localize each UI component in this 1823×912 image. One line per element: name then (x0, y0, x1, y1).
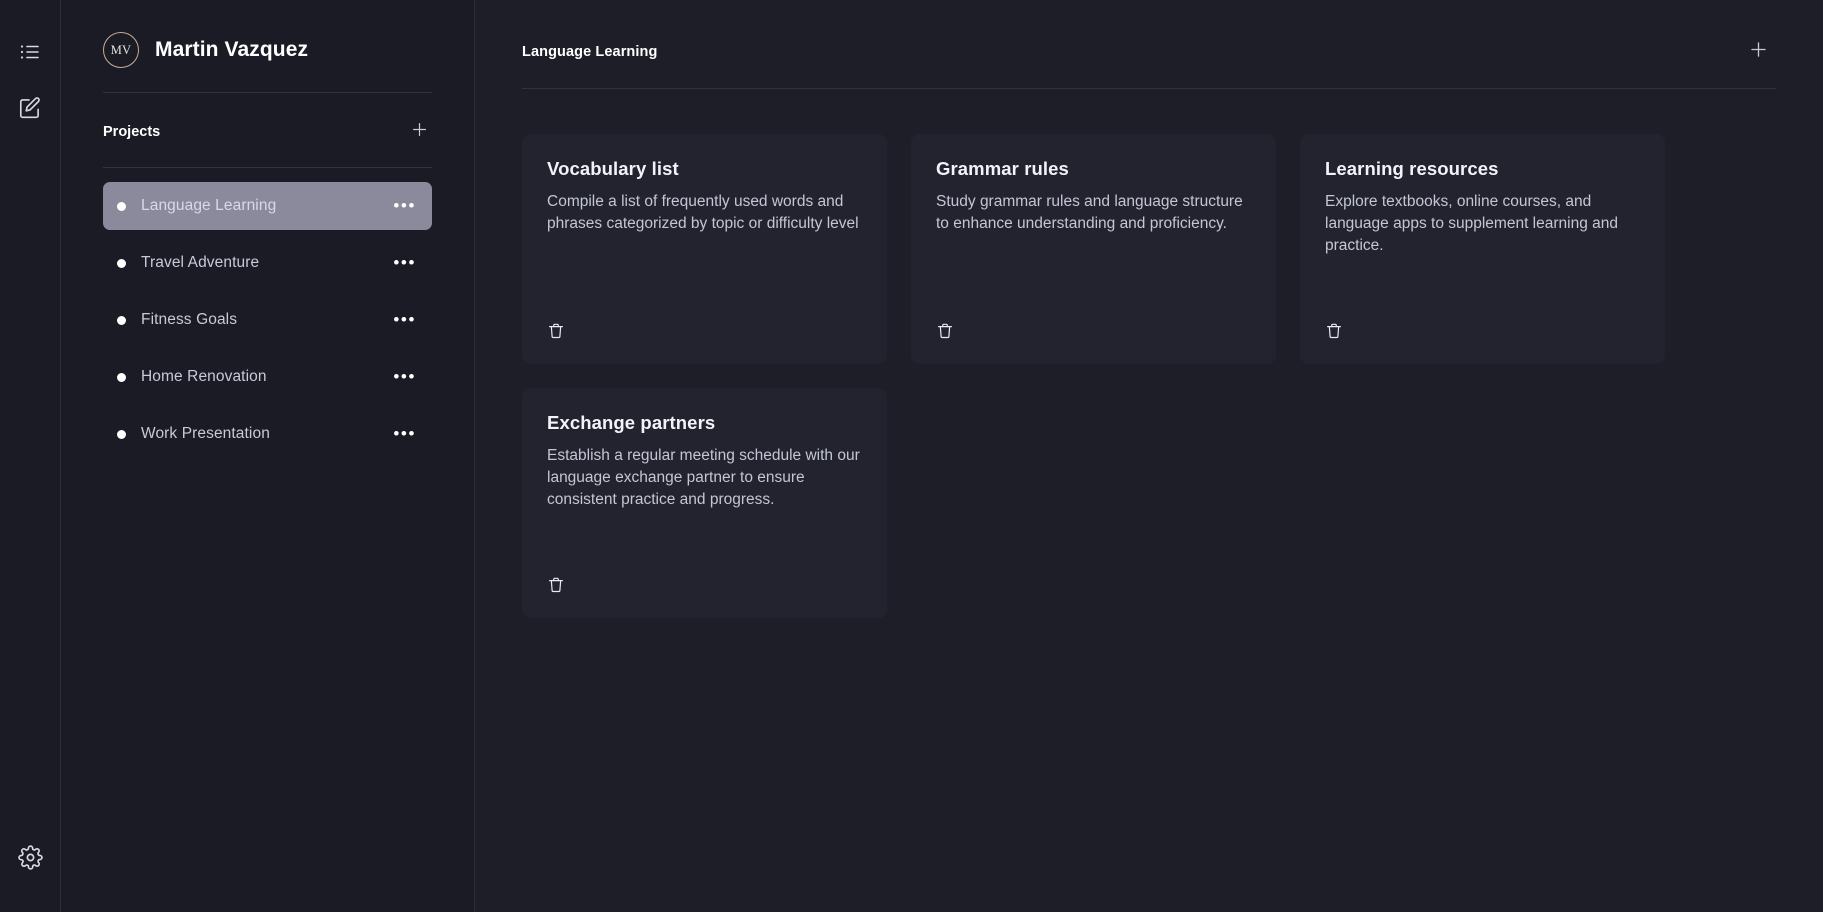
icon-rail (0, 0, 61, 912)
task-card[interactable]: Vocabulary list Compile a list of freque… (522, 134, 887, 364)
task-card[interactable]: Grammar rules Study grammar rules and la… (911, 134, 1276, 364)
rail-item-settings[interactable] (8, 838, 52, 882)
trash-icon (547, 576, 565, 599)
sidebar-item-label: Fitness Goals (141, 311, 385, 329)
project-status-dot (117, 259, 126, 268)
cards-grid: Vocabulary list Compile a list of freque… (475, 89, 1823, 618)
project-status-dot (117, 373, 126, 382)
plus-icon (1748, 39, 1769, 65)
project-options-icon[interactable]: ••• (385, 258, 416, 268)
sidebar-item-work-presentation[interactable]: Work Presentation ••• (103, 410, 432, 458)
card-title: Grammar rules (936, 158, 1251, 180)
sidebar: MV Martin Vazquez Projects Language Lear… (61, 0, 475, 912)
page-title: Language Learning (522, 44, 657, 60)
card-description: Study grammar rules and language structu… (936, 191, 1251, 296)
app-root: MV Martin Vazquez Projects Language Lear… (0, 0, 1823, 912)
main-header: Language Learning (522, 0, 1776, 89)
rail-item-compose-note[interactable] (8, 88, 52, 132)
project-options-icon[interactable]: ••• (385, 429, 416, 439)
project-status-dot (117, 316, 126, 325)
plus-icon (410, 120, 429, 144)
project-options-icon[interactable]: ••• (385, 372, 416, 382)
gear-icon (18, 845, 43, 875)
project-status-dot (117, 430, 126, 439)
user-profile[interactable]: MV Martin Vazquez (103, 0, 432, 93)
sidebar-item-label: Language Learning (141, 197, 385, 215)
list-icon (18, 40, 42, 69)
delete-card-button[interactable] (547, 576, 569, 598)
delete-card-button[interactable] (936, 322, 958, 344)
delete-card-button[interactable] (547, 322, 569, 344)
rail-item-tasks-list[interactable] (8, 32, 52, 76)
avatar: MV (103, 32, 139, 68)
project-list: Language Learning ••• Travel Adventure •… (103, 168, 432, 467)
trash-icon (547, 322, 565, 345)
main-content: Language Learning Vocabulary list Compil… (475, 0, 1823, 912)
sidebar-item-language-learning[interactable]: Language Learning ••• (103, 182, 432, 230)
trash-icon (936, 322, 954, 345)
card-description: Explore textbooks, online courses, and l… (1325, 191, 1640, 296)
trash-icon (1325, 322, 1343, 345)
projects-header: Projects (103, 93, 432, 168)
sidebar-item-label: Travel Adventure (141, 254, 385, 272)
card-title: Vocabulary list (547, 158, 862, 180)
projects-title: Projects (103, 124, 160, 140)
profile-name: Martin Vazquez (155, 38, 308, 62)
sidebar-item-travel-adventure[interactable]: Travel Adventure ••• (103, 239, 432, 287)
project-options-icon[interactable]: ••• (385, 315, 416, 325)
sidebar-item-label: Work Presentation (141, 425, 385, 443)
add-card-button[interactable] (1744, 38, 1772, 66)
delete-card-button[interactable] (1325, 322, 1347, 344)
card-description: Compile a list of frequently used words … (547, 191, 862, 296)
task-card[interactable]: Learning resources Explore textbooks, on… (1300, 134, 1665, 364)
sidebar-item-fitness-goals[interactable]: Fitness Goals ••• (103, 296, 432, 344)
sidebar-item-label: Home Renovation (141, 368, 385, 386)
card-title: Learning resources (1325, 158, 1640, 180)
edit-square-icon (17, 95, 43, 126)
sidebar-item-home-renovation[interactable]: Home Renovation ••• (103, 353, 432, 401)
add-project-button[interactable] (406, 119, 432, 145)
avatar-initials: MV (111, 43, 132, 58)
task-card[interactable]: Exchange partners Establish a regular me… (522, 388, 887, 618)
card-description: Establish a regular meeting schedule wit… (547, 445, 862, 550)
project-options-icon[interactable]: ••• (385, 201, 416, 211)
card-title: Exchange partners (547, 412, 862, 434)
project-status-dot (117, 202, 126, 211)
